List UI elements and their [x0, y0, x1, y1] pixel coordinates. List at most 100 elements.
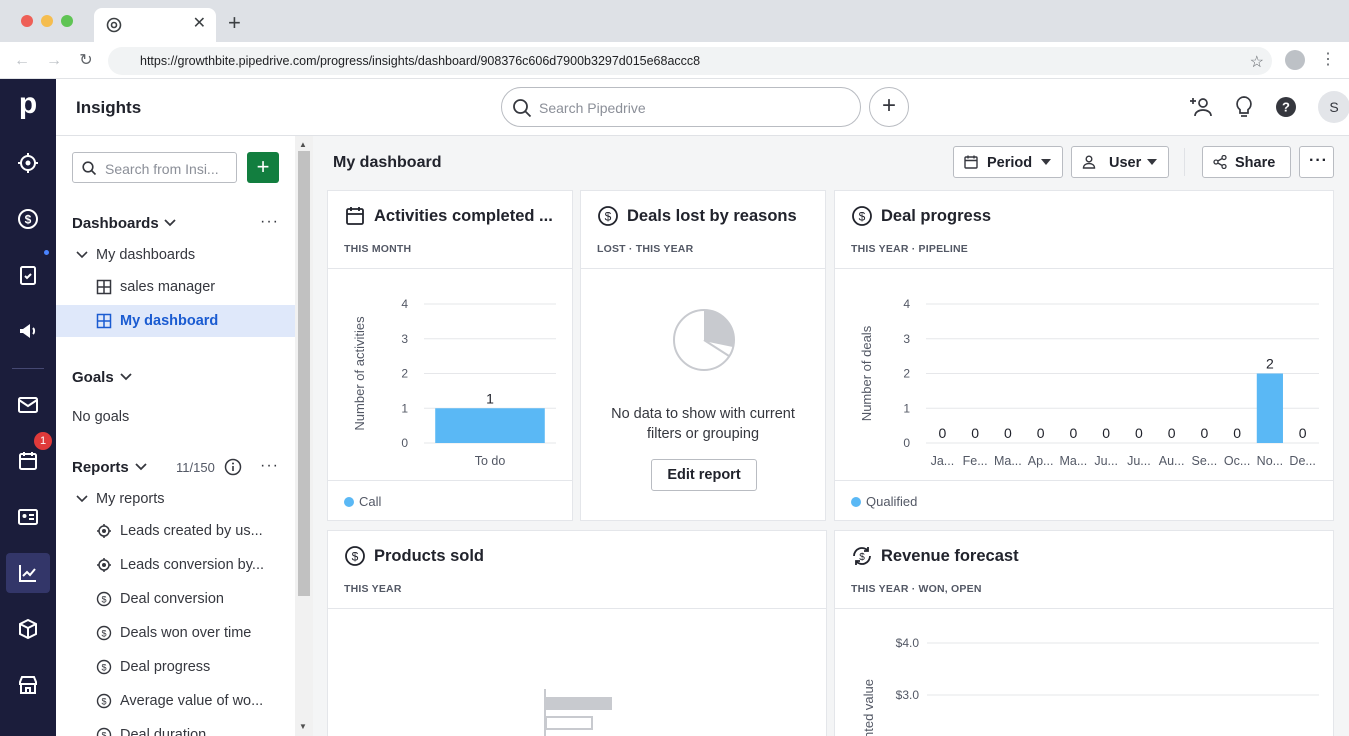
url-field[interactable]: https://growthbite.pipedrive.com/progres…: [108, 47, 1272, 75]
dashboards-more-icon[interactable]: ···: [260, 213, 279, 231]
revenue-forecast-chart: $4.0 $3.0 nted value: [861, 636, 1319, 736]
edit-report-button[interactable]: Edit report: [651, 459, 757, 491]
card-title[interactable]: Deals lost by reasons: [627, 207, 797, 226]
my-reports-label: My reports: [96, 491, 165, 507]
empty-bar-chart-icon: [544, 689, 612, 736]
my-dashboards-label: My dashboards: [96, 247, 196, 263]
chevron-down-icon[interactable]: [119, 372, 133, 382]
report-item-label: Deal conversion: [120, 591, 224, 607]
y-axis-label: Number of activities: [352, 316, 367, 431]
search-icon: [513, 99, 532, 118]
more-actions-button[interactable]: ···: [1299, 146, 1334, 178]
browser-menu-icon[interactable]: ⋮: [1320, 50, 1336, 70]
nav-campaigns-icon[interactable]: [6, 311, 50, 351]
share-button[interactable]: Share: [1202, 146, 1291, 178]
card-deal-progress[interactable]: $ Deal progress THIS YEAR · PIPELINE 0 1 2…: [834, 190, 1334, 521]
card-activities-completed[interactable]: Activities completed ... THIS MONTH 0 1 2 3…: [327, 190, 573, 521]
card-divider: [328, 268, 572, 269]
my-dashboards-group[interactable]: My dashboards: [56, 239, 297, 271]
report-item[interactable]: Leads created by us...: [56, 515, 297, 547]
close-window-button[interactable]: [21, 15, 33, 27]
data-label: 2: [1266, 356, 1274, 372]
dashboard-item-my-dashboard[interactable]: My dashboard: [56, 305, 297, 337]
reload-icon[interactable]: ↻: [76, 51, 96, 71]
nav-deals-icon[interactable]: $: [6, 199, 50, 239]
avatar[interactable]: S: [1318, 91, 1349, 123]
browser-profile-icon[interactable]: [1285, 50, 1305, 70]
y-tick-label: $3.0: [896, 688, 920, 702]
invite-users-icon[interactable]: [1189, 94, 1215, 120]
insights-sidebar: Search from Insi... + Dashboards ··· My …: [56, 136, 297, 736]
reports-more-icon[interactable]: ···: [260, 457, 279, 475]
report-item[interactable]: $ Deal progress: [56, 651, 297, 683]
caret-down-icon: [1147, 159, 1157, 165]
card-subtitle: LOST · THIS YEAR: [597, 243, 694, 255]
bookmark-star-icon[interactable]: ☆: [1250, 52, 1264, 72]
back-icon[interactable]: ←: [12, 51, 32, 71]
dollar-icon: $: [598, 206, 618, 226]
card-products-sold[interactable]: $ Products sold THIS YEAR: [327, 530, 827, 736]
nav-products-icon[interactable]: [6, 609, 50, 649]
global-search-input[interactable]: Search Pipedrive: [501, 87, 861, 127]
forward-icon[interactable]: →: [44, 51, 64, 71]
lightbulb-icon[interactable]: [1231, 94, 1257, 120]
nav-insights-icon[interactable]: [6, 553, 50, 593]
report-item-label: Deal duration: [120, 727, 207, 736]
data-label: 0: [1200, 425, 1208, 441]
search-icon: [82, 161, 97, 176]
close-tab-icon[interactable]: ✕: [193, 16, 206, 32]
empty-pie-chart-icon: [673, 309, 735, 371]
help-icon[interactable]: ?: [1273, 94, 1299, 120]
goals-heading[interactable]: Goals: [72, 369, 114, 386]
minimize-window-button[interactable]: [41, 15, 53, 27]
report-item[interactable]: $ Deal duration: [56, 719, 297, 736]
card-subtitle: THIS MONTH: [344, 243, 412, 255]
card-title[interactable]: Activities completed ...: [374, 207, 553, 226]
sidebar-search-input[interactable]: Search from Insi...: [72, 152, 237, 183]
card-title[interactable]: Deal progress: [881, 207, 991, 226]
nav-contacts-icon[interactable]: [6, 497, 50, 537]
browser-tab[interactable]: ✕: [94, 8, 216, 42]
quick-add-button[interactable]: +: [869, 87, 909, 127]
chevron-down-icon[interactable]: [163, 218, 177, 228]
card-title[interactable]: Products sold: [374, 547, 484, 566]
maximize-window-button[interactable]: [61, 15, 73, 27]
y-tick-label: 3: [401, 332, 408, 346]
reports-heading[interactable]: Reports: [72, 459, 129, 476]
info-icon[interactable]: [224, 458, 242, 476]
report-item[interactable]: $ Deals won over time: [56, 617, 297, 649]
add-report-button[interactable]: +: [247, 152, 279, 183]
nav-leads-icon[interactable]: [6, 143, 50, 183]
share-icon: [1213, 155, 1227, 169]
chevron-down-icon[interactable]: [134, 462, 148, 472]
legend-label: Qualified: [866, 494, 918, 509]
card-title[interactable]: Revenue forecast: [881, 547, 1019, 566]
dollar-icon: $: [96, 693, 112, 709]
dashboard-item-label: My dashboard: [120, 313, 219, 329]
user-filter-button[interactable]: User: [1071, 146, 1169, 178]
app-header: Insights Search Pipedrive + ? S: [56, 79, 1349, 136]
pipedrive-logo[interactable]: p: [16, 89, 40, 119]
period-filter-button[interactable]: Period: [953, 146, 1063, 178]
x-tick-label: To do: [475, 454, 506, 468]
report-item[interactable]: Leads conversion by...: [56, 549, 297, 581]
dashboard-grid-icon: [96, 313, 112, 329]
my-reports-group[interactable]: My reports: [56, 483, 297, 515]
sidebar-scrollbar-thumb[interactable]: [298, 151, 310, 596]
nav-marketplace-icon[interactable]: [6, 665, 50, 705]
report-item[interactable]: $ Average value of wo...: [56, 685, 297, 717]
card-revenue-forecast[interactable]: $ Revenue forecast THIS YEAR · WON, OPEN…: [834, 530, 1334, 736]
scroll-down-icon[interactable]: ▼: [299, 722, 307, 731]
svg-text:$: $: [352, 550, 359, 564]
new-tab-button[interactable]: +: [228, 12, 241, 34]
card-divider: [835, 268, 1333, 269]
card-divider: [328, 480, 572, 481]
nav-activities-icon[interactable]: [6, 255, 50, 295]
nav-mail-icon[interactable]: [6, 385, 50, 425]
dashboard-title: My dashboard: [333, 154, 442, 171]
scroll-up-icon[interactable]: ▲: [299, 140, 307, 149]
card-deals-lost[interactable]: $ Deals lost by reasons LOST · THIS YEAR…: [580, 190, 826, 521]
report-item[interactable]: $ Deal conversion: [56, 583, 297, 615]
dashboards-heading[interactable]: Dashboards: [72, 215, 159, 232]
dashboard-item-sales-manager[interactable]: sales manager: [56, 271, 297, 303]
